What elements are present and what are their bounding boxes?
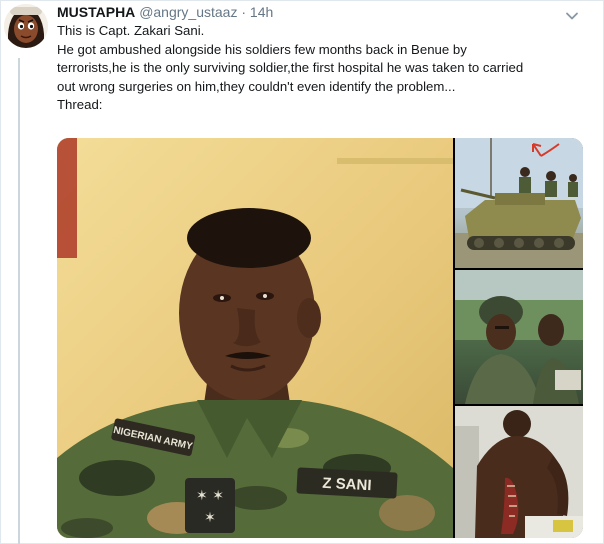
media-grid: NIGERIAN ARMY ✶ ✶ ✶ Z SANI [57,138,583,538]
tweet-line: He got ambushed alongside his soldiers f… [57,41,467,57]
tweet-line: Thread: [57,97,103,112]
tweet-text: This is Capt. Zakari Sani. He got ambush… [57,22,597,115]
tweet-line: This is Capt. Zakari Sani. [57,23,205,38]
name-tag-text: Z SANI [322,475,372,495]
soldiers-illustration [455,270,583,404]
author-name[interactable]: MUSTAPHA [57,4,135,20]
tweet-header: MUSTAPHA @angry_ustaaz · 14h [57,4,273,20]
avatar-cartoon-icon [4,4,48,48]
tank-illustration [455,138,583,268]
author-handle[interactable]: @angry_ustaaz [139,4,237,20]
soldier-portrait-illustration: NIGERIAN ARMY ✶ ✶ ✶ Z SANI [57,138,453,538]
photo-soldiers[interactable] [455,270,583,404]
photo-soldier-portrait[interactable]: NIGERIAN ARMY ✶ ✶ ✶ Z SANI [57,138,453,538]
photo-tank[interactable] [455,138,583,268]
photo-patient[interactable] [455,406,583,538]
svg-text:✶ ✶: ✶ ✶ [196,488,224,504]
tweet-line: out wrong surgeries on him,they couldn't… [57,78,456,94]
svg-text:✶: ✶ [204,510,216,526]
header-separator: · [241,4,247,20]
thread-line [18,58,20,544]
avatar[interactable] [4,4,48,48]
tweet-time[interactable]: 14h [250,4,273,20]
tweet-line: terrorists,he is the only surviving sold… [57,60,524,75]
patient-illustration [455,406,583,538]
